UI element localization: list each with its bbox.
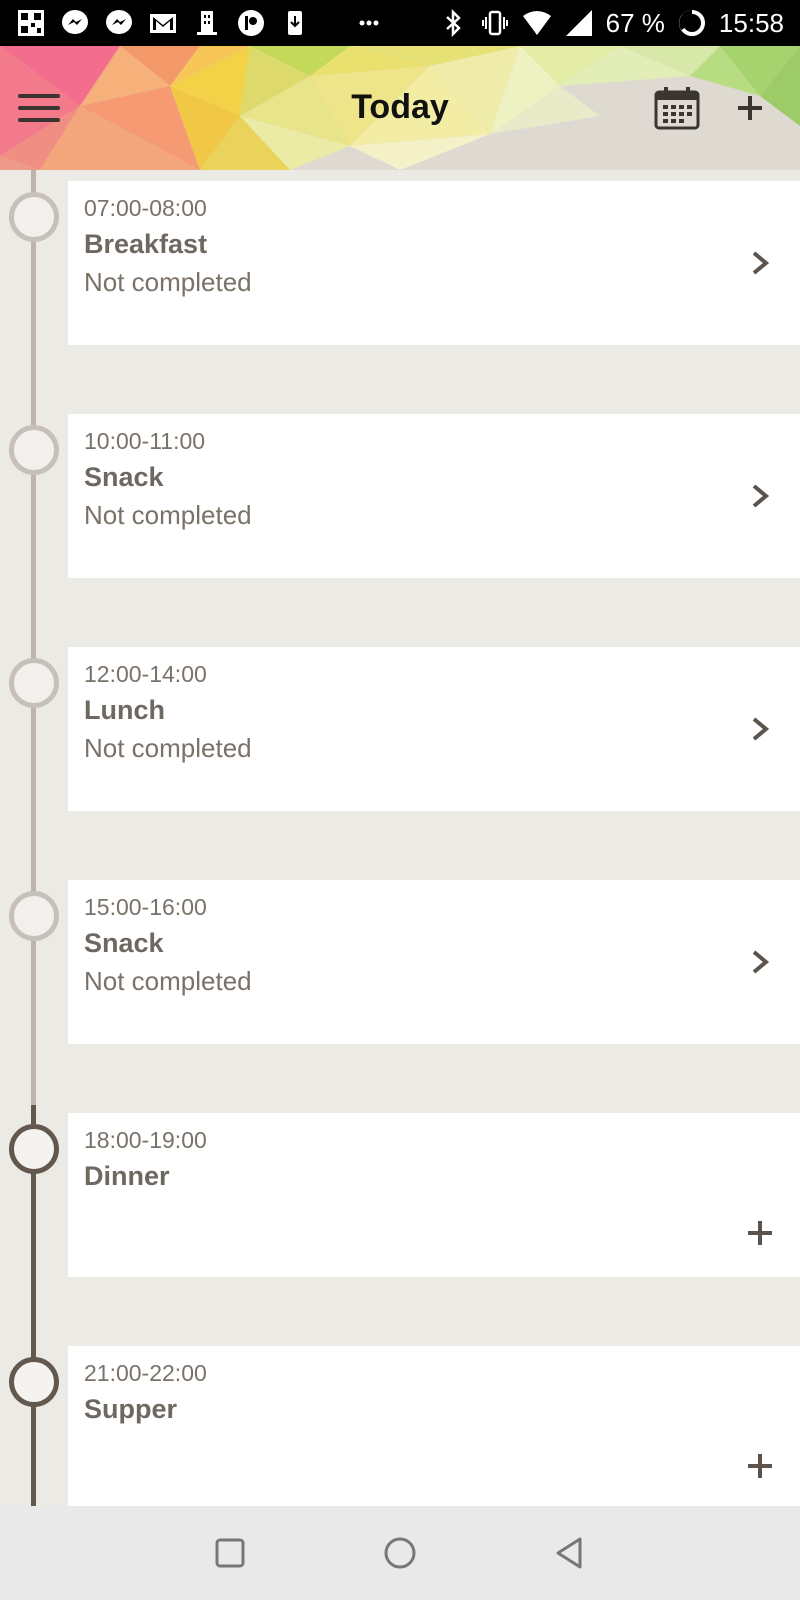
meal-entry-supper: 21:00-22:00 Supper [0,1346,800,1510]
notification-icons [16,8,384,38]
meal-entry-snack-morning: 10:00-11:00 Snack Not completed [0,414,800,578]
plus-icon[interactable] [742,1211,778,1255]
timeline-dot [9,1357,59,1407]
recents-button[interactable] [210,1533,250,1573]
building-icon [192,8,222,38]
chevron-right-icon[interactable] [742,241,778,285]
chevron-right-icon[interactable] [742,707,778,751]
meal-time: 10:00-11:00 [84,428,206,454]
meal-card[interactable]: 12:00-14:00 Lunch Not completed [68,647,800,811]
back-triangle-icon [556,1537,582,1569]
timeline-dot [9,891,59,941]
home-button[interactable] [380,1533,420,1573]
calendar-button[interactable] [654,86,700,130]
meal-entry-lunch: 12:00-14:00 Lunch Not completed [0,647,800,811]
messenger-icon [60,8,90,38]
timeline-dot [9,425,59,475]
bluetooth-icon [438,8,468,38]
meal-entry-snack-afternoon: 15:00-16:00 Snack Not completed [0,880,800,1044]
meal-name: Breakfast [84,229,208,259]
timeline-dot [9,1124,59,1174]
patreon-icon [236,8,266,38]
meal-name: Supper [84,1394,178,1424]
meal-entry-dinner: 18:00-19:00 Dinner [0,1113,800,1277]
meal-card[interactable]: 15:00-16:00 Snack Not completed [68,880,800,1044]
meal-time: 21:00-22:00 [84,1360,207,1386]
qr-icon [16,8,46,38]
meal-status: Not completed [84,966,252,996]
meal-status: Not completed [84,267,252,297]
meal-name: Snack [84,462,164,492]
messenger-icon [104,8,134,38]
chevron-right-icon[interactable] [742,940,778,984]
download-icon [280,8,310,38]
battery-icon [677,8,707,38]
meal-name: Snack [84,928,164,958]
meal-entry-breakfast: 07:00-08:00 Breakfast Not completed [0,181,800,345]
meal-time: 12:00-14:00 [84,661,207,687]
clock: 15:58 [718,7,784,38]
app-header: Today [0,46,800,170]
system-nav-bar [0,1506,800,1600]
recents-square-icon [215,1538,245,1568]
add-button[interactable] [732,86,768,130]
meal-card[interactable]: 18:00-19:00 Dinner [68,1113,800,1277]
meal-time: 07:00-08:00 [84,195,207,221]
meal-time: 18:00-19:00 [84,1127,207,1153]
status-bar: 67 % 15:58 [0,0,800,46]
meal-status: Not completed [84,733,252,763]
plus-icon[interactable] [742,1444,778,1488]
meal-status: Not completed [84,500,252,530]
calendar-icon [654,87,700,130]
meal-timeline: 07:00-08:00 Breakfast Not completed 10:0… [0,170,800,1510]
meal-card[interactable]: 21:00-22:00 Supper [68,1346,800,1510]
system-status: 67 % 15:58 [438,8,784,39]
meal-card[interactable]: 07:00-08:00 Breakfast Not completed [68,181,800,345]
vibrate-icon [480,8,510,38]
more-icon [354,8,384,38]
wifi-icon [522,8,552,38]
timeline-dot [9,192,59,242]
timeline-dot [9,658,59,708]
home-circle-icon [384,1537,416,1569]
battery-percentage: 67 % [605,7,665,38]
chevron-right-icon[interactable] [742,474,778,518]
meal-card[interactable]: 10:00-11:00 Snack Not completed [68,414,800,578]
meal-name: Lunch [84,695,165,725]
plus-icon [738,96,762,120]
meal-time: 15:00-16:00 [84,894,207,920]
signal-icon [564,8,594,38]
meal-name: Dinner [84,1161,170,1191]
gmail-icon [148,8,178,38]
back-button[interactable] [550,1533,590,1573]
